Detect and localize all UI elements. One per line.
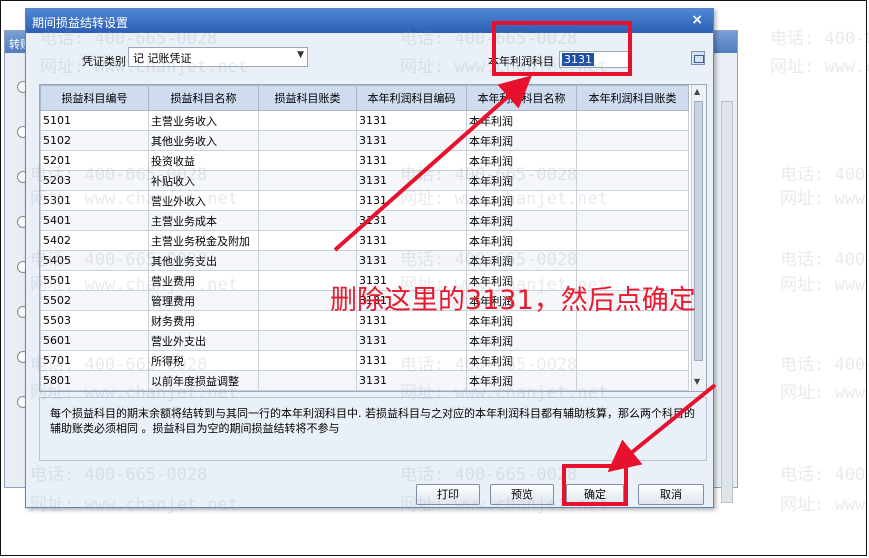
- annotation-instruction-text: 删除这里的3131，然后点确定: [330, 285, 696, 316]
- arrow-to-profit-account: [333, 75, 532, 252]
- arrow-to-ok-button: [607, 383, 717, 473]
